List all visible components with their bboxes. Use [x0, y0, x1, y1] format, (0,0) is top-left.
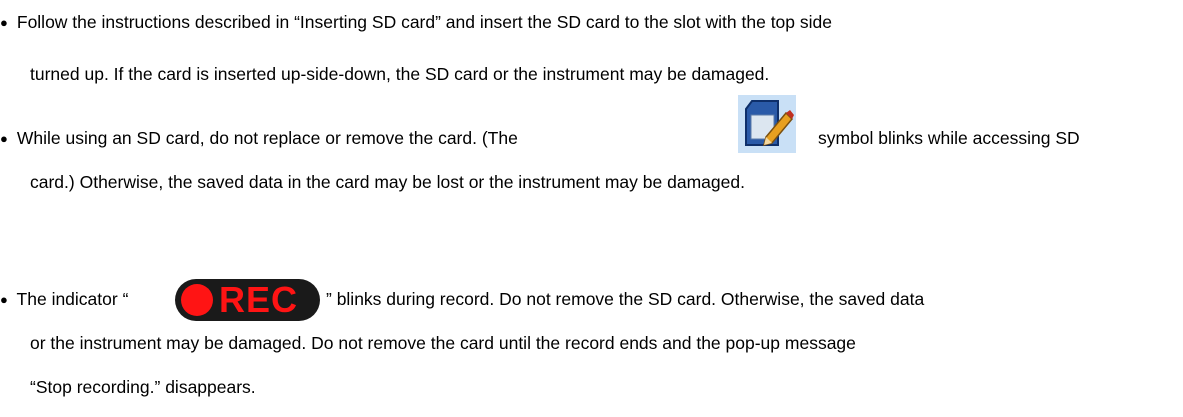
bullet: ● — [0, 131, 8, 146]
item-2-line-1-after: symbol blinks while accessing SD — [818, 127, 1080, 149]
rec-label: REC — [219, 279, 299, 320]
rec-dot — [181, 284, 213, 316]
item-2-text-line-2: card.) Otherwise, the saved data in the … — [30, 172, 745, 192]
item-1-line-1: ● Follow the instructions described in “… — [0, 11, 832, 34]
item-3-line-1: ● The indicator “ — [0, 288, 128, 311]
item-2-text-before-icon: While using an SD card, do not replace o… — [16, 128, 518, 148]
item-2-text-after-icon: symbol blinks while accessing SD — [818, 128, 1080, 148]
item-3-text-line-2: or the instrument may be damaged. Do not… — [30, 333, 856, 353]
item-3-text-line-3: “Stop recording.” disappears. — [30, 377, 256, 397]
item-1-text-line-1: Follow the instructions described in “In… — [16, 12, 832, 32]
item-2-line-2: card.) Otherwise, the saved data in the … — [30, 171, 745, 193]
item-1-line-2: turned up. If the card is inserted up-si… — [30, 63, 769, 85]
item-3-line-1-after: ” blinks during record. Do not remove th… — [326, 288, 924, 310]
bullet: ● — [0, 15, 8, 30]
item-3-text-before-indicator: The indicator “ — [16, 289, 129, 309]
bullet: ● — [0, 292, 8, 307]
sd-card-edit-icon — [738, 95, 796, 153]
item-3-line-2: or the instrument may be damaged. Do not… — [30, 332, 856, 354]
rec-indicator-icon: REC — [175, 279, 320, 321]
item-2-line-1: ● While using an SD card, do not replace… — [0, 127, 518, 150]
item-1-text-line-2: turned up. If the card is inserted up-si… — [30, 64, 770, 84]
item-3-line-3: “Stop recording.” disappears. — [30, 376, 256, 398]
item-3-text-after-indicator: ” blinks during record. Do not remove th… — [326, 289, 925, 309]
